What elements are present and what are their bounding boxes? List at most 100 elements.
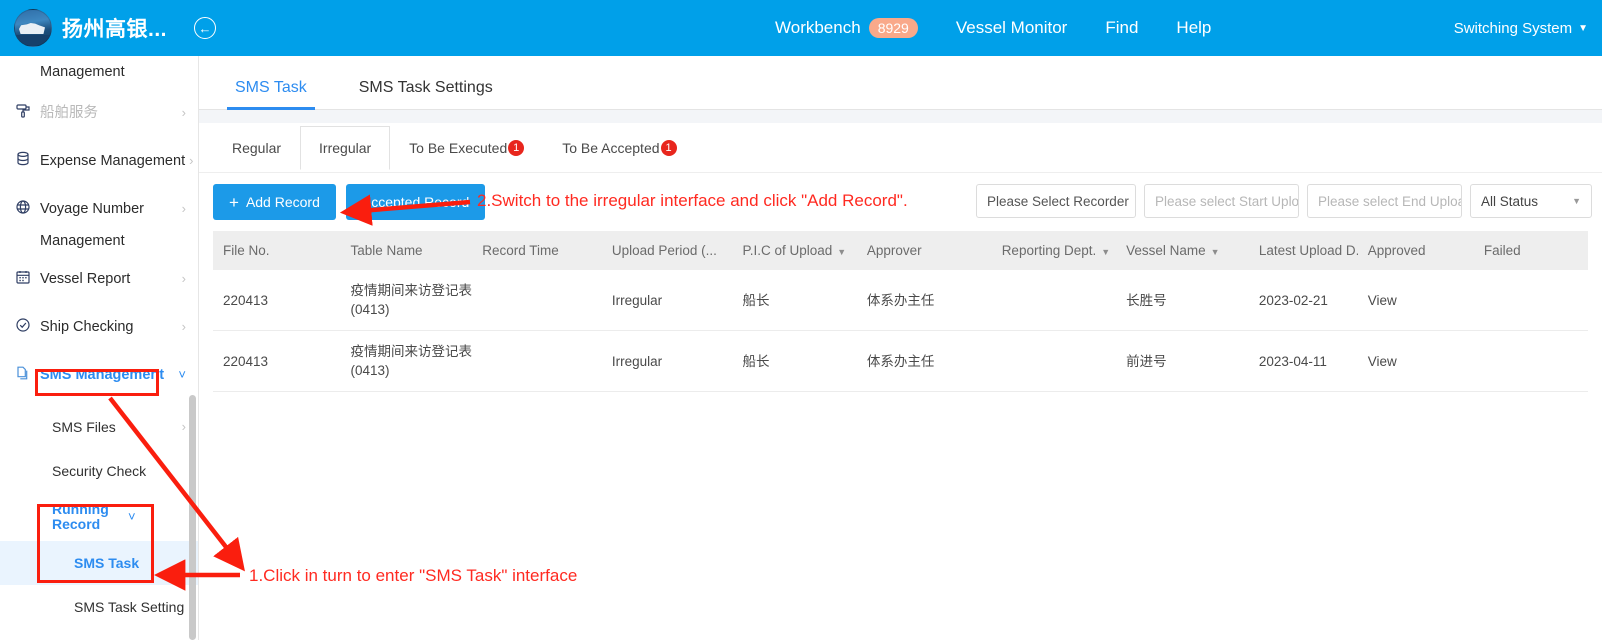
sidebar-item-ship-service[interactable]: 船舶服务 › (0, 101, 198, 133)
table-toolbar: + Add Record Accepted Record Please Sele… (199, 173, 1602, 231)
sidebar-item-voyage-number-management[interactable]: Voyage Number › (0, 197, 198, 229)
sidebar-partial-label: Management (40, 64, 125, 80)
end-upload-date-input[interactable]: Please select End Upload (1307, 184, 1462, 218)
sidebar-sub-label: Security Check (52, 463, 147, 479)
globe-icon (12, 199, 34, 215)
topnav-label: Workbench (775, 18, 861, 37)
topnav-item-workbench[interactable]: Workbench 8929 (756, 0, 937, 56)
col-label: File No. (223, 243, 270, 258)
chevron-right-icon: › (181, 201, 186, 216)
cell-approved-view-link[interactable]: View (1357, 270, 1474, 331)
cell-table-name[interactable]: 疫情期间来访登记表 (0413) (340, 330, 473, 392)
col-label: P.I.C of Upload (742, 243, 833, 258)
col-label: Approved (1367, 243, 1426, 258)
sort-caret-icon[interactable]: ▼ (1101, 247, 1110, 257)
sidebar-sub-label: SMS Task Setting (74, 599, 185, 615)
col-failed[interactable]: Failed (1473, 231, 1588, 270)
start-upload-date-input[interactable]: Please select Start Upload (1144, 184, 1299, 218)
sidebar-scrollbar-thumb[interactable] (189, 395, 196, 640)
add-record-button[interactable]: + Add Record (213, 184, 336, 220)
table-header-row: File No. Table Name Record Time Upload P… (213, 231, 1588, 270)
subtab-to-be-executed[interactable]: To Be Executed 1 (390, 126, 543, 170)
app-root: 扬州高银... ← Workbench 8929 Vessel Monitor … (0, 0, 1602, 640)
sort-caret-icon[interactable]: ▼ (1211, 247, 1220, 257)
cell-file-no[interactable]: 220413 (213, 270, 341, 331)
tab-sms-task[interactable]: SMS Task (227, 79, 315, 110)
ship-logo-icon (14, 9, 52, 47)
topnav-item-help[interactable]: Help (1157, 0, 1230, 56)
sidebar-label: Vessel Report (40, 271, 131, 287)
sidebar-item-vessel-report[interactable]: Vessel Report › (0, 267, 198, 299)
switching-system-menu[interactable]: Switching System ▼ (1454, 0, 1588, 56)
check-circle-icon (12, 317, 34, 333)
cell-file-no[interactable]: 220413 (213, 330, 341, 392)
subtab-label: To Be Executed (409, 139, 508, 156)
cell-table-name[interactable]: 疫情期间来访登记表 (0413) (340, 270, 473, 331)
subtab-label: Regular (232, 139, 282, 156)
sidebar-item-security-check[interactable]: Security Check (0, 449, 198, 493)
col-approver[interactable]: Approver (856, 231, 992, 270)
chevron-right-icon: › (181, 419, 186, 434)
add-record-label: Add Record (245, 194, 320, 210)
documents-icon (12, 365, 34, 381)
brand-area[interactable]: 扬州高银... (0, 9, 180, 47)
cell-latest-upload-date: 2023-02-21 (1248, 270, 1358, 331)
tab-sms-task-settings[interactable]: SMS Task Settings (351, 79, 501, 109)
cell-approver: 体系办主任 (856, 270, 992, 331)
cell-upload-period: Irregular (601, 270, 733, 331)
paint-roller-icon (12, 103, 34, 119)
cell-approver: 体系办主任 (856, 330, 992, 392)
col-label: Table Name (350, 243, 423, 258)
sidebar-label: SMS Management (40, 367, 165, 383)
col-reporting-dept[interactable]: Reporting Dept. ▼ (991, 231, 1117, 270)
chevron-down-icon: ˅ (128, 509, 136, 524)
status-select-value: All Status (1481, 193, 1539, 209)
col-pic-of-upload[interactable]: P.I.C of Upload ▼ (732, 231, 857, 270)
to-be-executed-count-badge: 1 (508, 139, 525, 156)
chevron-right-icon: › (181, 105, 186, 120)
to-be-accepted-count-badge: 1 (660, 139, 677, 156)
topnav-label: Vessel Monitor (955, 18, 1068, 37)
cell-approved-view-link[interactable]: View (1357, 330, 1474, 392)
back-arrow-circle-icon[interactable]: ← (194, 17, 216, 39)
end-upload-placeholder: Please select End Upload (1318, 193, 1462, 209)
table-row[interactable]: 220413 疫情期间来访登记表 (0413) Irregular 船长 体系办… (213, 270, 1588, 331)
recorder-select[interactable]: Please Select Recorder ▼ (976, 184, 1136, 218)
recorder-select-value: Please Select Recorder (987, 193, 1129, 209)
table-row[interactable]: 220413 疫情期间来访登记表 (0413) Irregular 船长 体系办… (213, 330, 1588, 392)
topnav-item-find[interactable]: Find (1086, 0, 1157, 56)
sidebar-label: Voyage Number (40, 201, 144, 217)
sub-tab-group: Regular Irregular To Be Executed 1 To Be… (199, 123, 1602, 173)
sidebar-label: 船舶服务 (40, 105, 98, 121)
col-label: Approver (866, 243, 922, 258)
col-upload-period[interactable]: Upload Period (... (601, 231, 733, 270)
status-select[interactable]: All Status ▼ (1470, 184, 1592, 218)
cell-pic-of-upload: 船长 (732, 330, 857, 392)
cell-failed (1473, 330, 1588, 392)
sidebar-label: Ship Checking (40, 319, 134, 335)
col-vessel-name[interactable]: Vessel Name ▼ (1116, 231, 1249, 270)
sidebar-item-expense-management[interactable]: Expense Management › (0, 149, 198, 181)
topnav-item-vessel-monitor[interactable]: Vessel Monitor (937, 0, 1087, 56)
topnav-label: Help (1176, 18, 1212, 37)
sort-caret-icon[interactable]: ▼ (837, 247, 846, 257)
subtab-to-be-accepted[interactable]: To Be Accepted 1 (543, 126, 695, 170)
start-upload-placeholder: Please select Start Upload (1155, 193, 1299, 209)
col-file-no[interactable]: File No. (213, 231, 341, 270)
sidebar-item-sms-task[interactable]: SMS Task (0, 541, 198, 585)
accepted-record-button[interactable]: Accepted Record (345, 184, 486, 220)
col-label: Latest Upload D... (1258, 243, 1358, 258)
col-record-time[interactable]: Record Time (472, 231, 602, 270)
sidebar-item-sms-task-setting[interactable]: SMS Task Setting (0, 585, 198, 629)
subtab-irregular[interactable]: Irregular (300, 125, 391, 170)
col-approved[interactable]: Approved (1357, 231, 1474, 270)
sidebar-item-ship-checking[interactable]: Ship Checking › (0, 315, 198, 347)
cell-vessel-name: 长胜号 (1116, 270, 1249, 331)
sidebar-item-sms-files[interactable]: SMS Files › (0, 405, 198, 449)
col-label: Vessel Name (1126, 243, 1206, 258)
sidebar-item-running-record[interactable]: Running Record ˅ (0, 493, 198, 541)
col-latest-upload-date[interactable]: Latest Upload D... (1248, 231, 1358, 270)
sidebar-item-sms-management[interactable]: SMS Management ˅ (0, 363, 198, 395)
col-table-name[interactable]: Table Name (340, 231, 473, 270)
subtab-regular[interactable]: Regular (213, 126, 300, 170)
